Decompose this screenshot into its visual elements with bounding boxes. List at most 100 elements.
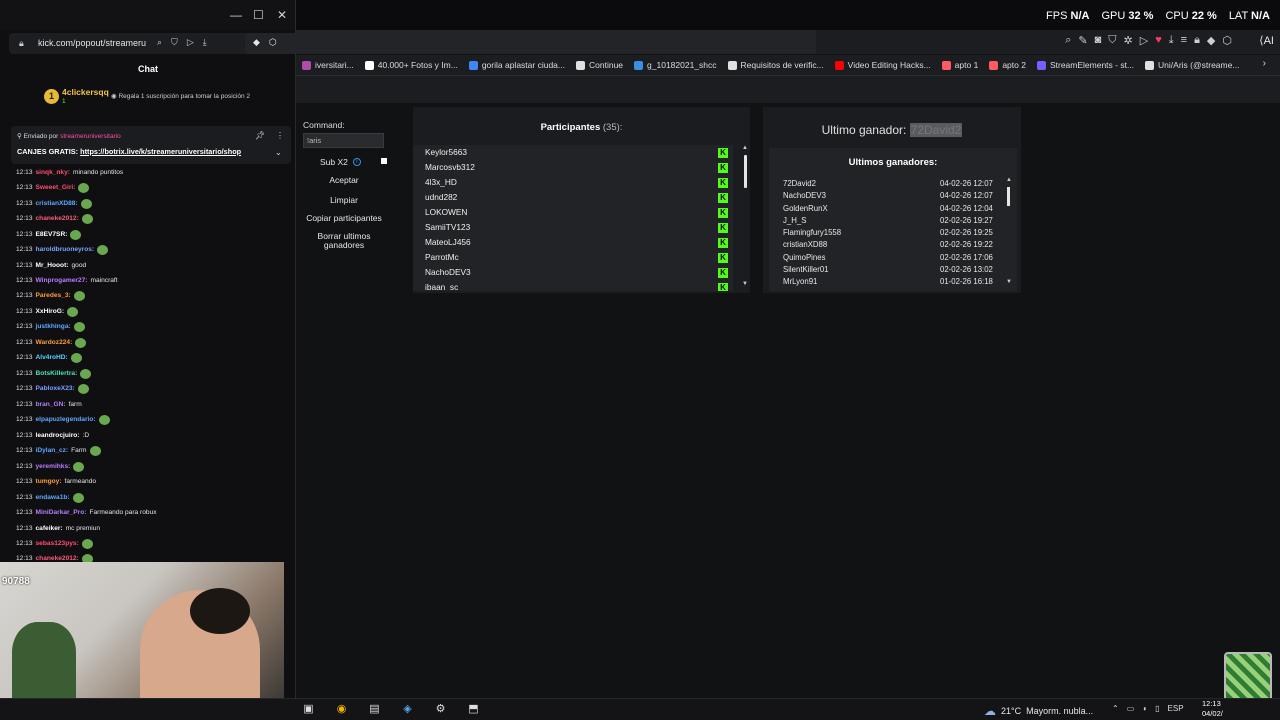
scroll-down-icon[interactable]: ▼ (742, 281, 748, 287)
camera-icon[interactable]: ◙ (1095, 34, 1102, 47)
clock[interactable]: 12:13 04/02/ (1202, 699, 1223, 719)
copy-participants-button[interactable]: Copiar participantes (303, 214, 385, 223)
message-username[interactable]: cristianXD88: (36, 199, 78, 209)
message-username[interactable]: Alv4roHD: (36, 353, 68, 363)
bookmark-item[interactable]: 40.000+ Fotos y Im... (364, 60, 458, 70)
leader-name[interactable]: 4clickersqq (62, 87, 109, 97)
scroll-up-icon[interactable]: ▲ (742, 145, 748, 151)
sub-x2-option[interactable]: Sub X2 i (320, 157, 361, 167)
play-icon[interactable]: ▷ (1140, 34, 1148, 47)
message-username[interactable]: BotsKillertra: (36, 369, 78, 379)
extensions-area[interactable]: ◆ ⬡ (245, 33, 301, 54)
message-username[interactable]: leandrocjuiro: (36, 431, 80, 441)
chevron-up-icon[interactable]: ⌃ (1112, 704, 1119, 713)
download-icon[interactable]: ⤓ (1169, 34, 1174, 47)
chrome-icon[interactable]: ◉ (333, 702, 350, 715)
scroll-thumb[interactable] (744, 155, 747, 188)
epic-games-icon[interactable]: ⬒ (465, 702, 482, 715)
lock-icon[interactable]: 🔒︎ (1194, 34, 1200, 47)
menu-icon[interactable]: ≡ (1181, 34, 1187, 47)
close-icon[interactable]: ✕ (277, 8, 287, 22)
diamond-icon[interactable]: ◆ (253, 37, 260, 47)
steam-icon[interactable]: ◈ (399, 702, 416, 715)
winners-list[interactable]: Ultimos ganadores: 72David2 04-02-26 12:0… (769, 148, 1017, 291)
edit-icon[interactable]: ✎ (1078, 34, 1087, 47)
message-username[interactable]: sebas123pys: (36, 539, 79, 549)
cube-icon[interactable]: ⬡ (1222, 34, 1232, 47)
message-username[interactable]: sinqk_nky: (36, 168, 70, 178)
message-username[interactable]: Wardoz224: (36, 338, 73, 348)
chevron-right-icon[interactable]: › (1263, 58, 1266, 69)
heart-icon[interactable]: ♥ (1155, 34, 1162, 47)
message-username[interactable]: iDylan_cz: (36, 446, 69, 456)
winners-scrollbar[interactable]: ▲ ▼ (1006, 177, 1012, 289)
ai-button[interactable]: ⟨AI (1259, 34, 1274, 47)
scroll-thumb[interactable] (1007, 187, 1010, 206)
shield-icon[interactable]: ⛉ (1108, 34, 1116, 47)
more-options-icon[interactable]: ⋮ (276, 131, 284, 140)
pinned-link[interactable]: https://botrix.live/k/streameruniversita… (80, 147, 241, 156)
network-icon[interactable]: ▭ (1127, 704, 1135, 713)
participants-list[interactable]: Keylor5663 K Marcosvb312 K 4l3x_HD Kudnd282 K L… (413, 145, 733, 291)
play-icon[interactable]: ▷ (187, 37, 194, 48)
message-username[interactable]: endawa1b: (36, 493, 70, 503)
chevron-down-icon[interactable]: ⌄ (275, 148, 282, 157)
app-icon[interactable]: ▣ (300, 702, 317, 715)
bookmark-item[interactable]: Continue (576, 60, 623, 70)
sub-x2-checkbox[interactable] (381, 158, 387, 164)
message-username[interactable]: elpapuzlegendario: (36, 415, 96, 425)
bookmark-item[interactable]: gorila aplastar ciuda... (468, 60, 565, 70)
pin-icon[interactable]: 📌︎ (255, 131, 265, 140)
minimize-icon[interactable]: — (230, 8, 242, 22)
bookmark-item[interactable]: g_10182021_shcc (634, 60, 717, 70)
weather-widget[interactable]: ☁ 21°C Mayorm. nubla... (984, 704, 1093, 718)
command-input[interactable] (303, 133, 384, 148)
message-username[interactable]: Mr_Hooot: (36, 261, 69, 271)
message-username[interactable]: yeremihks: (36, 462, 71, 472)
info-icon[interactable]: i (352, 158, 361, 166)
battery-icon[interactable]: ▯ (1155, 704, 1159, 713)
chat-address-bar[interactable]: 🔒︎ kick.com/popout/streameru ⌕ ⛉ ▷ ⤓ ◆ ⬡ (9, 33, 301, 54)
bookmark-item[interactable]: apto 2 (989, 60, 1026, 70)
clear-button[interactable]: Limpiar (303, 196, 385, 205)
bookmark-item[interactable]: Uni/Aris (@streame... (1145, 60, 1239, 70)
scroll-up-icon[interactable]: ▲ (1006, 177, 1012, 183)
bookmark-item[interactable]: StreamElements - st... (1036, 60, 1134, 70)
message-username[interactable]: bran_GN: (36, 400, 66, 410)
language-indicator[interactable]: ESP (1168, 704, 1184, 713)
participants-scrollbar[interactable]: ▲ ▼ (741, 145, 749, 291)
message-username[interactable]: MiniDarkar_Pro: (36, 508, 87, 518)
diamond-icon[interactable]: ◆ (1207, 34, 1215, 47)
maximize-icon[interactable]: ☐ (253, 8, 264, 22)
lock-icon[interactable]: 🔒︎ (19, 38, 24, 49)
search-icon[interactable]: ⌕ (1065, 34, 1071, 47)
message-username[interactable]: E8EV7SR: (36, 230, 68, 240)
download-icon[interactable]: ⤓ (203, 37, 207, 48)
address-bar[interactable] (296, 30, 816, 54)
volume-icon[interactable]: ◖ (1142, 704, 1147, 713)
message-username[interactable]: Sweeet_Giri: (36, 183, 76, 193)
bookmark-item[interactable]: apto 1 (941, 60, 978, 70)
bookmark-item[interactable]: Video Editing Hacks... (834, 60, 931, 70)
scroll-down-icon[interactable]: ▼ (1006, 279, 1012, 285)
bookmark-item[interactable]: Requisitos de verific... (727, 60, 824, 70)
bookmark-item[interactable]: iversitari... (302, 60, 354, 70)
calculator-icon[interactable]: ▤ (366, 702, 383, 715)
chat-url[interactable]: kick.com/popout/streameru (38, 38, 153, 48)
message-username[interactable]: PabloxeX23: (36, 384, 75, 394)
message-username[interactable]: chaneke2012: (36, 214, 79, 224)
cube-icon[interactable]: ⬡ (269, 37, 277, 47)
message-username[interactable]: Winprogamer27: (36, 276, 88, 286)
settings-icon[interactable]: ⚙ (432, 702, 449, 715)
message-username[interactable]: haroldbruoneyros: (36, 245, 95, 255)
search-icon[interactable]: ⌕ (157, 37, 162, 48)
message-username[interactable]: justkhinga: (36, 322, 71, 332)
extensions-icon[interactable]: ✲ (1124, 34, 1133, 47)
message-username[interactable]: Paredes_3: (36, 291, 71, 301)
message-username[interactable]: cafeiker: (36, 524, 63, 534)
shield-icon[interactable]: ⛉ (171, 37, 178, 48)
message-username[interactable]: tumgoy: (36, 477, 62, 487)
message-username[interactable]: XxHiroG: (36, 307, 65, 317)
delete-winners-button[interactable]: Borrar ultimos ganadores (303, 232, 385, 250)
accept-button[interactable]: Aceptar (303, 176, 385, 185)
